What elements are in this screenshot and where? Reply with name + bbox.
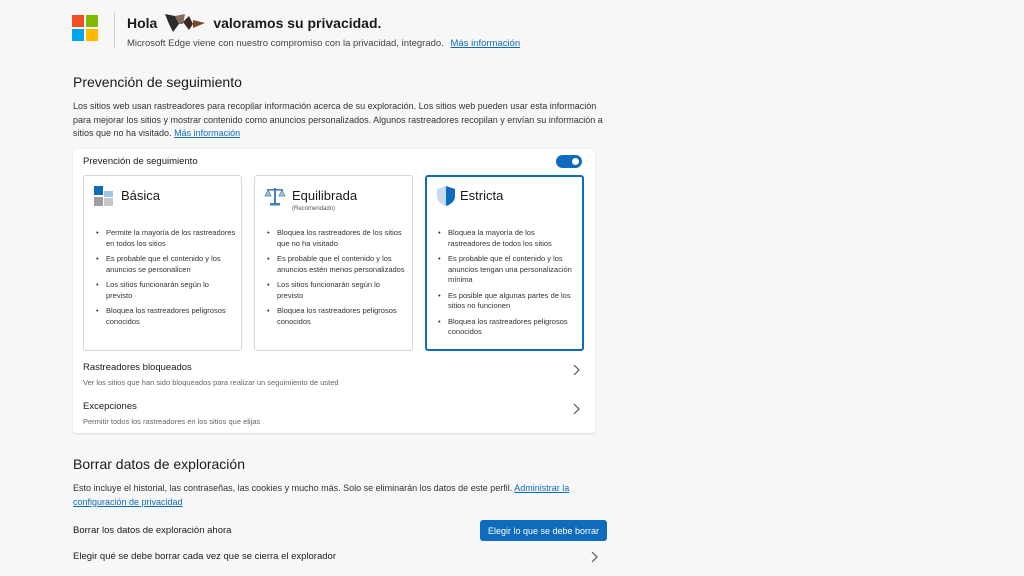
blocked-trackers-title: Rastreadores bloqueados [83, 362, 192, 373]
greeting-text: Hola [127, 15, 158, 31]
clear-now-label: Borrar los datos de exploración ahora [73, 525, 232, 536]
option-bullets: Permite la mayoría de los rastreadores e… [94, 228, 236, 332]
list-item: Es probable que el contenido y los anunc… [436, 254, 578, 286]
header-divider [114, 12, 115, 48]
tracking-more-info-link[interactable]: Más información [174, 128, 240, 138]
subtitle-text: Microsoft Edge viene con nuestro comprom… [127, 38, 444, 49]
list-item: Los sitios funcionarán según lo previsto [94, 280, 236, 301]
list-item: Bloquea los rastreadores de los sitios q… [265, 228, 407, 249]
chevron-right-icon [591, 551, 598, 563]
clear-description: Esto incluye el historial, las contraseñ… [73, 482, 573, 509]
list-item: Es posible que algunas partes de los sit… [436, 291, 578, 312]
option-title: Equilibrada [292, 188, 358, 203]
option-strict[interactable]: Estricta Bloquea la mayoría de los rastr… [425, 175, 584, 351]
basic-blocks-icon [94, 186, 113, 206]
chevron-right-icon [573, 364, 580, 376]
recommended-label: (Recomendado) [292, 206, 336, 212]
option-bullets: Bloquea los rastreadores de los sitios q… [265, 228, 407, 332]
option-title: Básica [121, 188, 161, 203]
option-balanced[interactable]: Equilibrada (Recomendado) Bloquea los ra… [254, 175, 413, 351]
clear-on-close-label: Elegir qué se debe borrar cada vez que s… [73, 551, 336, 562]
clear-on-close-row[interactable]: Elegir qué se debe borrar cada vez que s… [73, 551, 607, 563]
blocked-trackers-row[interactable]: Rastreadores bloqueados Ver los sitios q… [83, 362, 583, 387]
tracking-section-title: Prevención de seguimiento [73, 74, 242, 90]
chevron-right-icon [573, 403, 580, 415]
header: Hola valoramos su privacidad. Microsoft … [72, 12, 520, 52]
shield-icon [437, 186, 455, 206]
option-bullets: Bloquea la mayoría de los rastreadores d… [436, 228, 578, 343]
tracking-card: Prevención de seguimiento Básica Permite… [73, 149, 595, 433]
exceptions-title: Excepciones [83, 401, 137, 412]
list-item: Bloquea los rastreadores peligrosos cono… [265, 306, 407, 327]
clear-section-title: Borrar datos de exploración [73, 456, 245, 472]
tracking-description-text: Los sitios web usan rastreadores para re… [73, 101, 603, 138]
list-item: Bloquea los rastreadores peligrosos cono… [94, 306, 236, 327]
list-item: Permite la mayoría de los rastreadores e… [94, 228, 236, 249]
avatar-icon [165, 14, 206, 32]
more-info-link[interactable]: Más información [450, 38, 520, 49]
tracking-toggle[interactable] [556, 155, 582, 168]
blocked-trackers-subtitle: Ver los sitios que han sido bloqueados p… [83, 378, 339, 387]
list-item: Es probable que el contenido y los anunc… [94, 254, 236, 275]
choose-what-to-clear-button[interactable]: Elegir lo que se debe borrar [480, 520, 607, 541]
list-item: Es probable que el contenido y los anunc… [265, 254, 407, 275]
microsoft-logo [72, 15, 98, 41]
header-subtitle: Microsoft Edge viene con nuestro comprom… [127, 38, 520, 49]
title-text: valoramos su privacidad. [213, 15, 382, 31]
tracking-description: Los sitios web usan rastreadores para re… [73, 100, 613, 141]
list-item: Los sitios funcionarán según lo previsto [265, 280, 407, 301]
option-title: Estricta [460, 188, 504, 203]
page-title: Hola valoramos su privacidad. [127, 12, 520, 34]
list-item: Bloquea la mayoría de los rastreadores d… [436, 228, 578, 249]
option-basic[interactable]: Básica Permite la mayoría de los rastrea… [83, 175, 242, 351]
clear-description-text: Esto incluye el historial, las contraseñ… [73, 483, 513, 493]
scale-icon [264, 188, 286, 206]
list-item: Bloquea los rastreadores peligrosos cono… [436, 317, 578, 338]
exceptions-subtitle: Permitir todos los rastreadores en los s… [83, 417, 261, 426]
tracking-card-label: Prevención de seguimiento [83, 156, 198, 167]
exceptions-row[interactable]: Excepciones Permitir todos los rastreado… [83, 401, 583, 426]
